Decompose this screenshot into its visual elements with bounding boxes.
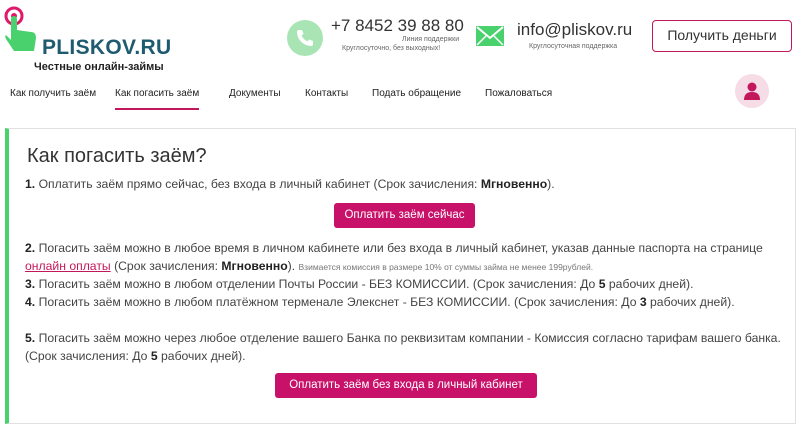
user-icon — [744, 82, 760, 100]
step-2: 2. Погасить заём можно в любое время в л… — [25, 239, 785, 276]
nav-item-contacts[interactable]: Контакты — [305, 88, 348, 99]
nav-item-repay-loan[interactable]: Как погасить заём — [115, 88, 200, 110]
nav-item-submit-request[interactable]: Подать обращение — [372, 88, 461, 99]
avatar[interactable] — [735, 74, 769, 108]
step-days: 5 — [150, 349, 158, 363]
mail-support-label: Круглосуточная поддержка — [529, 43, 618, 50]
logo-subtitle: Честные онлайн-займы — [34, 61, 164, 73]
step-5: 5. Погасить заём можно через любое отдел… — [25, 329, 785, 365]
step-end: рабочих дней). — [161, 349, 246, 363]
step-text-term: (Срок зачисления: — [114, 259, 218, 273]
step-text: Погасить заём можно в любое время в личн… — [38, 241, 763, 255]
step-text: Оплатить заём прямо сейчас, без входа в … — [38, 177, 478, 191]
pay-without-login-button[interactable]: Оплатить заём без входа в личный кабинет — [275, 373, 537, 398]
step-days: 5 — [598, 277, 606, 291]
logo-title: PLISKOV.RU — [42, 36, 172, 59]
nav-item-documents[interactable]: Документы — [229, 88, 281, 99]
step-number: 3. — [25, 277, 36, 291]
step-end: рабочих дней). — [650, 295, 735, 309]
step-end: рабочих дней). — [608, 277, 694, 291]
phone-number[interactable]: +7 8452 39 88 80 — [331, 16, 464, 36]
get-money-button[interactable]: Получить деньги — [652, 20, 792, 52]
step-4: 4. Погасить заём можно в любом платёжном… — [25, 293, 785, 311]
nav-item-get-loan[interactable]: Как получить заём — [10, 88, 96, 99]
pointing-hand-icon — [4, 6, 36, 51]
phone-hours-label: Круглосуточно, без выходных! — [342, 45, 441, 52]
step-number: 4. — [25, 295, 36, 309]
step-number: 5. — [25, 331, 36, 345]
step-text: Погасить заём можно через любое отделени… — [25, 331, 781, 363]
logo[interactable]: PLISKOV.RU Честные онлайн-займы — [4, 6, 174, 73]
step-text: Погасить заём можно в любом отделении По… — [38, 277, 596, 291]
pay-now-button[interactable]: Оплатить заём сейчас — [334, 203, 475, 228]
phone-icon — [287, 20, 323, 56]
step-days: 3 — [639, 295, 647, 309]
main-nav: Как получить заём Как погасить заём Доку… — [0, 78, 800, 114]
repay-content-card: Как погасить заём? 1. Оплатить заём прям… — [5, 128, 796, 424]
step-1: 1. Оплатить заём прямо сейчас, без входа… — [25, 175, 785, 193]
online-payment-link[interactable]: онлайн оплаты — [25, 259, 111, 273]
envelope-icon — [476, 26, 504, 46]
step-text: Погасить заём можно в любом платёжном те… — [38, 295, 637, 309]
header: PLISKOV.RU Честные онлайн-займы +7 8452 … — [0, 0, 800, 78]
commission-note: Взимается комиссия в размере 10% от сумм… — [298, 262, 594, 272]
phone-contact: +7 8452 39 88 80 Линия поддержки Круглос… — [287, 14, 467, 64]
step-number: 1. — [25, 177, 36, 191]
nav-item-complain[interactable]: Пожаловаться — [485, 88, 552, 99]
page-title: Как погасить заём? — [27, 145, 207, 167]
phone-line-label: Линия поддержки — [402, 36, 460, 43]
step-term: Мгновенно — [221, 259, 288, 273]
step-term: Мгновенно — [480, 177, 548, 191]
step-3: 3. Погасить заём можно в любом отделении… — [25, 275, 785, 293]
step-end: ). — [287, 259, 296, 273]
mail-address[interactable]: info@pliskov.ru — [517, 20, 632, 40]
mail-contact: info@pliskov.ru Круглосуточная поддержка — [476, 14, 646, 64]
step-end: ). — [547, 177, 555, 191]
step-number: 2. — [25, 241, 36, 255]
